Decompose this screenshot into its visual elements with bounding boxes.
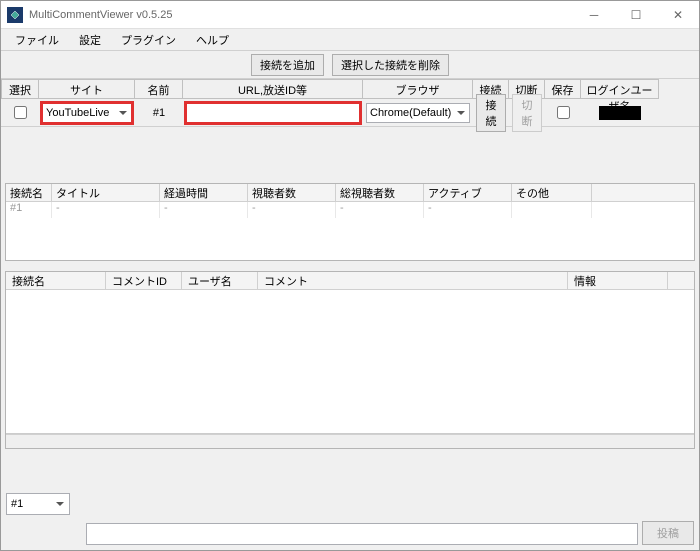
srow-other bbox=[512, 202, 592, 218]
menu-help[interactable]: ヘルプ bbox=[186, 30, 239, 50]
post-button[interactable]: 投稿 bbox=[642, 521, 694, 545]
post-target-dropdown[interactable]: #1 bbox=[6, 493, 70, 515]
ccol-id[interactable]: コメントID bbox=[106, 272, 182, 289]
ccol-comment[interactable]: コメント bbox=[258, 272, 568, 289]
app-icon bbox=[7, 7, 23, 23]
col-browser: ブラウザ bbox=[363, 79, 473, 99]
site-dropdown[interactable]: YouTubeLive bbox=[42, 103, 132, 123]
status-header: 接続名 タイトル 経過時間 視聴者数 総視聴者数 アクティブ その他 bbox=[6, 184, 694, 202]
menubar: ファイル 設定 プラグイン ヘルプ bbox=[1, 29, 699, 51]
ccol-info[interactable]: 情報 bbox=[568, 272, 668, 289]
scol-viewers[interactable]: 視聴者数 bbox=[248, 184, 336, 201]
window-title: MultiCommentViewer v0.5.25 bbox=[29, 9, 573, 21]
minimize-button[interactable]: ─ bbox=[573, 1, 615, 29]
scol-other[interactable]: その他 bbox=[512, 184, 592, 201]
scrollbar-area[interactable] bbox=[6, 434, 694, 448]
connection-row: YouTubeLive #1 Chrome(Default) 接続 切断 bbox=[1, 99, 699, 127]
comment-header: 接続名 コメントID ユーザ名 コメント 情報 bbox=[6, 272, 694, 290]
col-user: ログインユーザ名 bbox=[581, 79, 659, 99]
disconnect-button[interactable]: 切断 bbox=[512, 94, 542, 132]
col-name: 名前 bbox=[135, 79, 183, 99]
ccol-name[interactable]: 接続名 bbox=[6, 272, 106, 289]
srow-active: - bbox=[424, 202, 512, 218]
close-button[interactable]: ✕ bbox=[657, 1, 699, 29]
footer: #1 投稿 bbox=[6, 493, 694, 545]
user-redacted bbox=[599, 106, 641, 120]
url-input[interactable] bbox=[186, 103, 360, 123]
row-name: #1 bbox=[153, 107, 165, 119]
scol-active[interactable]: アクティブ bbox=[424, 184, 512, 201]
status-row: #1 - - - - - bbox=[6, 202, 694, 218]
titlebar: MultiCommentViewer v0.5.25 ─ ☐ ✕ bbox=[1, 1, 699, 29]
connection-header: 選択 サイト 名前 URL,放送ID等 ブラウザ 接続 切断 保存 ログインユー… bbox=[1, 79, 699, 99]
col-site: サイト bbox=[39, 79, 135, 99]
row-select-checkbox[interactable] bbox=[14, 106, 27, 119]
delete-connection-button[interactable]: 選択した接続を削除 bbox=[332, 54, 449, 76]
comment-body bbox=[6, 290, 694, 434]
srow-name: #1 bbox=[6, 202, 52, 218]
add-connection-button[interactable]: 接続を追加 bbox=[251, 54, 324, 76]
scol-title[interactable]: タイトル bbox=[52, 184, 160, 201]
scol-elapsed[interactable]: 経過時間 bbox=[160, 184, 248, 201]
col-select: 選択 bbox=[1, 79, 39, 99]
ccol-user[interactable]: ユーザ名 bbox=[182, 272, 258, 289]
scol-total[interactable]: 総視聴者数 bbox=[336, 184, 424, 201]
maximize-button[interactable]: ☐ bbox=[615, 1, 657, 29]
browser-dropdown[interactable]: Chrome(Default) bbox=[366, 103, 470, 123]
comment-table: 接続名 コメントID ユーザ名 コメント 情報 bbox=[5, 271, 695, 449]
srow-title: - bbox=[52, 202, 160, 218]
row-save-checkbox[interactable] bbox=[557, 106, 570, 119]
srow-viewers: - bbox=[248, 202, 336, 218]
scol-name[interactable]: 接続名 bbox=[6, 184, 52, 201]
menu-plugin[interactable]: プラグイン bbox=[111, 30, 186, 50]
post-input[interactable] bbox=[86, 523, 638, 545]
col-url: URL,放送ID等 bbox=[183, 79, 363, 99]
spacer bbox=[1, 127, 699, 183]
menu-settings[interactable]: 設定 bbox=[69, 30, 111, 50]
col-save: 保存 bbox=[545, 79, 581, 99]
status-table: 接続名 タイトル 経過時間 視聴者数 総視聴者数 アクティブ その他 #1 - … bbox=[5, 183, 695, 261]
connect-button[interactable]: 接続 bbox=[476, 94, 506, 132]
srow-elapsed: - bbox=[160, 202, 248, 218]
connection-table: 選択 サイト 名前 URL,放送ID等 ブラウザ 接続 切断 保存 ログインユー… bbox=[1, 79, 699, 127]
toolbar: 接続を追加 選択した接続を削除 bbox=[1, 51, 699, 79]
srow-total: - bbox=[336, 202, 424, 218]
menu-file[interactable]: ファイル bbox=[5, 30, 69, 50]
